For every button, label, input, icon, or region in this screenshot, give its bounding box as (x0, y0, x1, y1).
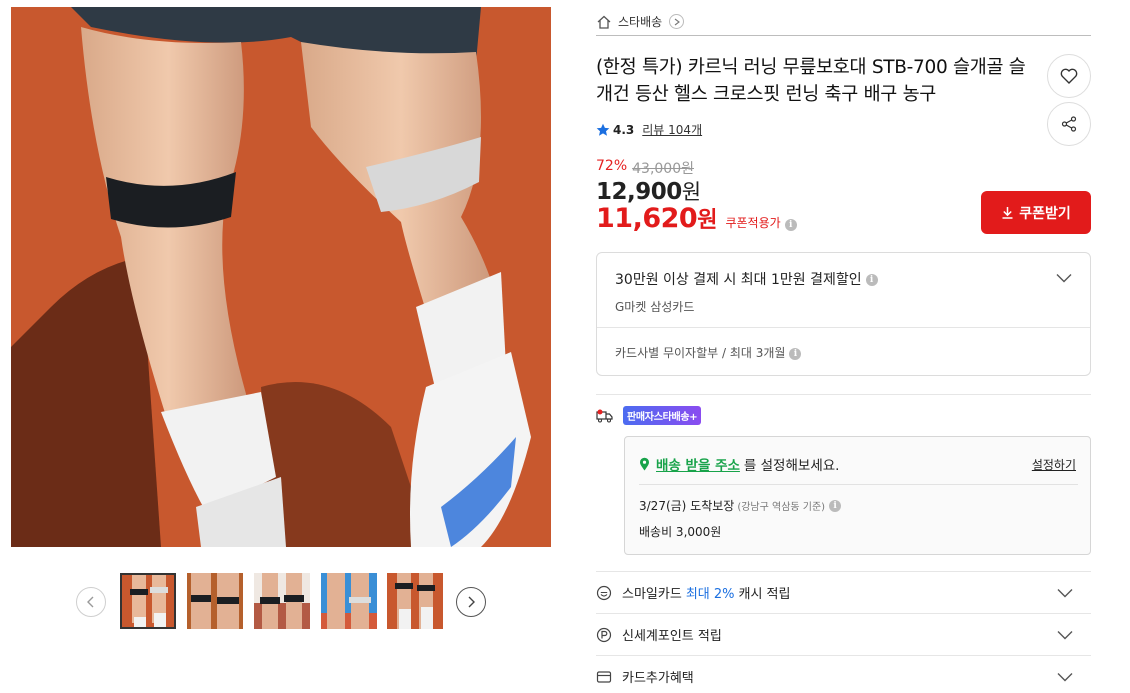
card-promo-box: 30만원 이상 결제 시 최대 1만원 결제할인 i G마켓 삼성카드 카드사별 … (596, 252, 1091, 376)
shipping-fee: 배송비 3,000원 (639, 525, 722, 539)
card-promo-header[interactable]: 30만원 이상 결제 시 최대 1만원 결제할인 i G마켓 삼성카드 (597, 253, 1090, 328)
section-divider (596, 394, 1091, 395)
store-arrow-button[interactable] (669, 14, 685, 29)
chevron-left-icon (87, 596, 94, 608)
discount-row: 72% 43,000원 (596, 158, 694, 178)
chevron-down-icon (1057, 673, 1073, 682)
star-icon (596, 123, 610, 136)
truck-icon (596, 409, 613, 422)
coupon-price: 11,620 원 쿠폰적용가 i (596, 202, 797, 234)
thumbnail-2[interactable] (187, 573, 243, 629)
card-icon (596, 670, 612, 683)
thumbnail-3[interactable] (254, 573, 310, 629)
benefit-shinsegae-point[interactable]: 신세계포인트 적립 (596, 613, 1091, 655)
benefit-smile-card[interactable]: 스마일카드 최대 2% 캐시 적립 (596, 571, 1091, 613)
thumbnail-strip (76, 573, 486, 629)
heart-icon (1060, 68, 1078, 84)
chevron-right-icon (468, 596, 475, 608)
chevron-down-icon[interactable] (1056, 273, 1072, 283)
benefit-card-extra[interactable]: 카드추가혜택 (596, 655, 1091, 693)
rating-row: 4.3 리뷰 104개 (596, 121, 702, 138)
chevron-right-icon (674, 18, 680, 25)
set-address-button[interactable]: 설정하기 (1032, 456, 1076, 473)
thumbnail-1[interactable] (120, 573, 176, 629)
info-icon[interactable]: i (829, 499, 842, 512)
address-divider (639, 484, 1078, 485)
coupon-price-value: 11,620 (596, 203, 698, 234)
set-address-link[interactable]: 배송 받을 주소 (656, 454, 740, 474)
rating-value: 4.3 (613, 122, 635, 137)
info-icon[interactable]: i (789, 347, 802, 360)
installment-info: 카드사별 무이자할부 / 최대 3개월 i (597, 328, 1090, 377)
delivery-date: 3/27(금) 도착보장 (639, 499, 735, 513)
home-icon (597, 15, 611, 29)
address-box: 배송 받을 주소 를 설정해보세요. 설정하기 3/27(금) 도착보장 (강남… (624, 436, 1091, 555)
coupon-button-label: 쿠폰받기 (1019, 205, 1071, 222)
benefit-label: 신세계포인트 적립 (622, 629, 722, 644)
address-prompt-suffix: 를 설정해보세요. (743, 458, 840, 474)
share-icon (1061, 116, 1077, 132)
product-title: (한정 특가) 카르닉 러닝 무릎보호대 STB-700 슬개골 슬개건 등산 … (596, 57, 1026, 105)
card-promo-title: 30만원 이상 결제 시 최대 1만원 결제할인 i (615, 269, 1072, 289)
share-button[interactable] (1047, 102, 1091, 146)
benefit-label: 카드추가혜택 (622, 671, 694, 686)
point-icon (596, 627, 612, 642)
delivery-guarantee: 3/27(금) 도착보장 (강남구 역삼동 기준) i (639, 497, 842, 514)
store-link[interactable]: 스타배송 (596, 8, 1091, 36)
coupon-download-button[interactable]: 쿠폰받기 (981, 191, 1091, 234)
product-photo (11, 7, 551, 547)
download-icon (1002, 207, 1013, 219)
info-icon[interactable]: i (784, 219, 797, 231)
original-price: 43,000원 (632, 161, 694, 177)
coupon-applied-label: 쿠폰적용가 (725, 216, 781, 230)
discount-rate: 72% (596, 158, 628, 174)
delivery-note: (강남구 역삼동 기준) (737, 502, 826, 513)
star-delivery-badge: 판매자스타배송+ (623, 406, 702, 425)
thumbnail-4[interactable] (321, 573, 377, 629)
benefit-suffix: 캐시 적립 (738, 587, 791, 602)
info-icon[interactable]: i (865, 274, 878, 286)
thumbnail-next-button[interactable] (456, 587, 486, 617)
shipping-header: 판매자스타배송+ (596, 406, 702, 425)
location-pin-icon (640, 457, 649, 471)
address-prompt: 배송 받을 주소 를 설정해보세요. (639, 454, 839, 474)
chevron-down-icon (1057, 631, 1073, 640)
wishlist-button[interactable] (1047, 54, 1091, 98)
coupon-price-unit: 원 (697, 208, 718, 233)
store-name[interactable]: 스타배송 (618, 13, 662, 30)
thumbnail-5[interactable] (387, 573, 443, 629)
review-count-link[interactable]: 리뷰 104개 (642, 121, 702, 138)
chevron-down-icon (1057, 589, 1073, 598)
benefit-label: 스마일카드 (622, 587, 682, 602)
benefit-highlight: 최대 2% (685, 587, 735, 602)
product-main-image[interactable] (11, 7, 551, 547)
thumbnail-prev-button[interactable] (76, 587, 106, 617)
smile-card-icon (596, 585, 612, 600)
card-promo-subtitle: G마켓 삼성카드 (615, 300, 695, 314)
sale-price-unit: 원 (681, 180, 701, 204)
